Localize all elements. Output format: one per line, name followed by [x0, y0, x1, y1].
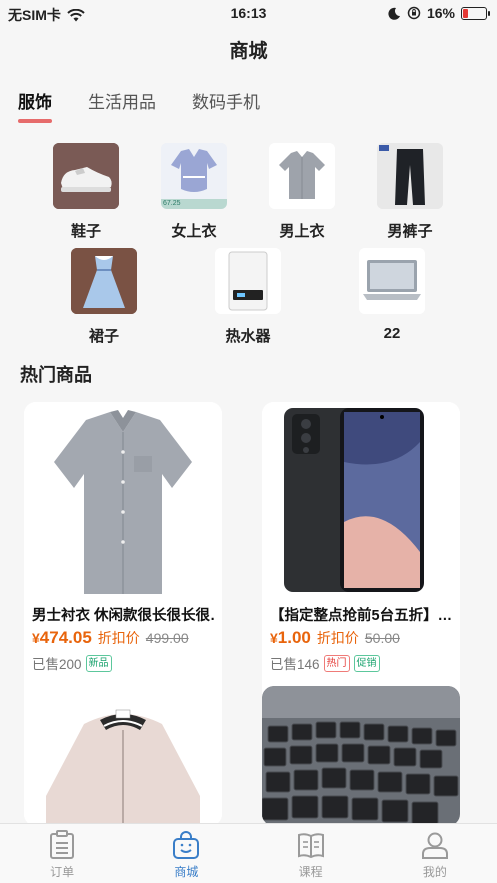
category-item-laptop[interactable]: 22: [359, 248, 425, 342]
product-image-phone: [262, 402, 460, 600]
mens-trousers-image: [377, 143, 443, 209]
tab-mall[interactable]: 商城: [124, 824, 248, 883]
badge-new: 新品: [85, 654, 112, 672]
moon-icon: [388, 7, 400, 20]
badge-hot: 热门: [323, 654, 350, 672]
category-label: 女上衣: [171, 223, 217, 240]
product-name: 男士衬衣 休闲款很长很长很…: [32, 608, 214, 624]
page-title: 商城: [229, 41, 268, 62]
product-price: ¥1.00: [270, 628, 311, 648]
discount-label: 折扣价: [316, 630, 359, 646]
category-label: 男上衣: [279, 223, 325, 240]
sold-count: 已售200: [32, 657, 82, 672]
tab-label: 我的: [422, 865, 447, 879]
tab-courses[interactable]: 课程: [249, 824, 373, 883]
water-heater-image: [215, 248, 281, 314]
category-tabs: 服饰 生活用品 数码手机: [18, 88, 260, 123]
category-label: 裙子: [88, 328, 119, 345]
category-item-dresses[interactable]: 裙子: [71, 248, 137, 346]
category-item-water-heater[interactable]: 热水器: [215, 248, 281, 346]
category-item-womens-tops[interactable]: 67.25 女上衣: [161, 143, 227, 241]
tab-profile[interactable]: 我的: [373, 824, 497, 883]
dress-image: [71, 248, 137, 314]
order-list-icon: [50, 830, 75, 859]
orientation-lock-icon: [407, 6, 421, 20]
blouse-image: 67.25: [161, 143, 227, 209]
user-profile-icon: [421, 832, 448, 859]
mens-shirt-image: [269, 143, 335, 209]
bottom-tab-bar: 订单 商城 课程 我的: [0, 823, 497, 883]
open-book-icon: [297, 833, 324, 859]
category-item-shoes[interactable]: 鞋子: [53, 143, 119, 241]
product-card[interactable]: [262, 686, 460, 826]
category-label: 22: [383, 325, 401, 342]
status-bar: 无SIM卡 16:13 16%: [0, 0, 497, 26]
category-label: 鞋子: [70, 223, 101, 240]
product-card[interactable]: [24, 686, 222, 826]
product-image-shirt: [24, 402, 222, 600]
category-label: 男裤子: [387, 223, 433, 240]
product-price: ¥474.05: [32, 628, 92, 648]
currency-symbol: ¥: [270, 630, 278, 646]
battery-percent: 16%: [426, 5, 455, 21]
tab-label: 订单: [50, 865, 75, 879]
original-price: 499.00: [145, 630, 189, 646]
category-label: 热水器: [225, 328, 271, 345]
category-item-mens-trousers[interactable]: 男裤子: [377, 143, 443, 241]
sold-count: 已售146: [270, 657, 320, 672]
original-price: 50.00: [364, 630, 400, 646]
tab-digital-phones[interactable]: 数码手机: [192, 88, 260, 123]
discount-label: 折扣价: [97, 630, 140, 646]
product-name: 【指定整点抢前5台五折】…: [270, 608, 452, 624]
product-image-jacket: [24, 686, 222, 826]
laptop-image: [359, 248, 425, 314]
price-value: 1.00: [277, 628, 311, 647]
sneaker-image: [53, 143, 119, 209]
tab-apparel[interactable]: 服饰: [18, 88, 52, 123]
category-item-mens-tops[interactable]: 男上衣: [269, 143, 335, 241]
section-title-hot-products: 热门商品: [20, 365, 92, 385]
thumb-price-tag: 67.25: [163, 200, 181, 207]
price-row: ¥1.00 折扣价 50.00: [270, 628, 400, 648]
sold-row: 已售200 新品: [32, 653, 112, 673]
price-row: ¥474.05 折扣价 499.00: [32, 628, 189, 648]
tab-daily-goods[interactable]: 生活用品: [88, 88, 156, 123]
price-value: 474.05: [39, 628, 92, 647]
shopping-bag-icon: [173, 831, 200, 859]
currency-symbol: ¥: [32, 630, 40, 646]
tab-label: 商城: [174, 865, 199, 879]
tab-orders[interactable]: 订单: [0, 824, 124, 883]
tab-label: 课程: [298, 865, 323, 879]
badge-promo: 促销: [353, 654, 380, 672]
product-image-keyboard: [262, 686, 460, 826]
sold-row: 已售146 热门 促销: [270, 653, 380, 673]
battery-icon: [461, 6, 490, 20]
